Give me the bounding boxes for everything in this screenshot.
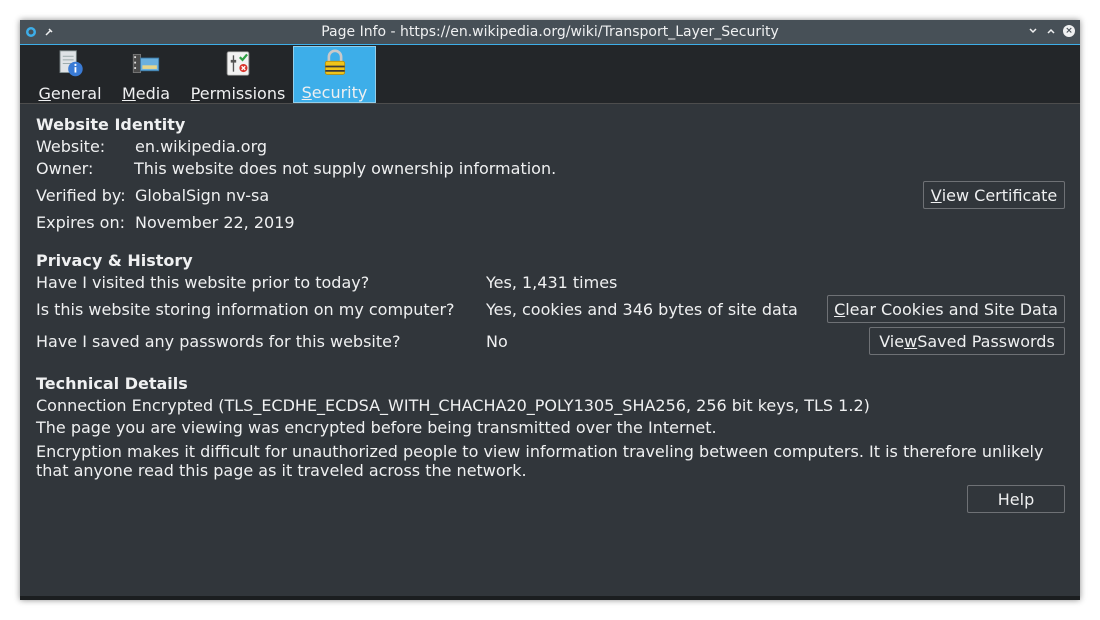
close-icon[interactable]: × — [1062, 24, 1076, 38]
help-button[interactable]: Help — [967, 485, 1065, 513]
verified-by-label: Verified by: — [36, 186, 126, 205]
maximize-icon[interactable] — [1044, 24, 1058, 38]
view-certificate-button[interactable]: View Certificate — [923, 181, 1065, 209]
page-info-window: Page Info - https://en.wikipedia.org/wik… — [20, 20, 1080, 600]
pin-icon[interactable] — [42, 25, 56, 39]
tab-security[interactable]: Security — [293, 46, 376, 103]
expires-on-label: Expires on: — [36, 213, 125, 232]
window-bottom-border — [20, 596, 1080, 600]
tab-toolbar: General Media Permissions Security — [20, 45, 1080, 104]
storing-answer: Yes, cookies and 346 bytes of site data — [486, 300, 798, 319]
website-value: en.wikipedia.org — [135, 137, 268, 156]
window-title: Page Info - https://en.wikipedia.org/wik… — [321, 24, 779, 40]
passwords-answer: No — [486, 332, 508, 351]
view-saved-passwords-button[interactable]: Vie w Saved Passwords — [869, 327, 1065, 355]
padlock-icon — [324, 49, 345, 75]
tab-general[interactable]: General — [38, 47, 102, 103]
expires-on-value: November 22, 2019 — [135, 213, 295, 232]
passwords-question: Have I saved any passwords for this webs… — [36, 332, 401, 351]
app-menu-icon[interactable] — [24, 25, 38, 39]
website-identity-heading: Website Identity — [36, 115, 186, 134]
tab-media[interactable]: Media — [120, 47, 172, 103]
verified-by-value: GlobalSign nv-sa — [135, 186, 270, 205]
encrypted-transmission-text: The page you are viewing was encrypted b… — [36, 418, 717, 437]
website-label: Website: — [36, 137, 106, 156]
encryption-explanation-line1: Encryption makes it difficult for unauth… — [36, 442, 1044, 461]
owner-label: Owner: — [36, 159, 94, 178]
media-icon — [132, 53, 160, 74]
permissions-icon — [226, 51, 250, 76]
visited-question: Have I visited this website prior to tod… — [36, 273, 370, 292]
storing-question: Is this website storing information on m… — [36, 300, 455, 319]
connection-encrypted-text: Connection Encrypted (TLS_ECDHE_ECDSA_WI… — [36, 396, 870, 415]
document-info-icon — [59, 50, 83, 77]
tab-permissions[interactable]: Permissions — [188, 47, 288, 103]
privacy-history-heading: Privacy & History — [36, 251, 193, 270]
technical-details-heading: Technical Details — [36, 374, 188, 393]
visited-answer: Yes, 1,431 times — [486, 273, 618, 292]
title-bar: Page Info - https://en.wikipedia.org/wik… — [20, 20, 1080, 45]
encryption-explanation-line2: that anyone read this page as it travele… — [36, 461, 527, 480]
minimize-icon[interactable] — [1026, 24, 1040, 38]
owner-value: This website does not supply ownership i… — [134, 159, 557, 178]
clear-cookies-button[interactable]: Clear Cookies and Site Data — [827, 295, 1065, 323]
